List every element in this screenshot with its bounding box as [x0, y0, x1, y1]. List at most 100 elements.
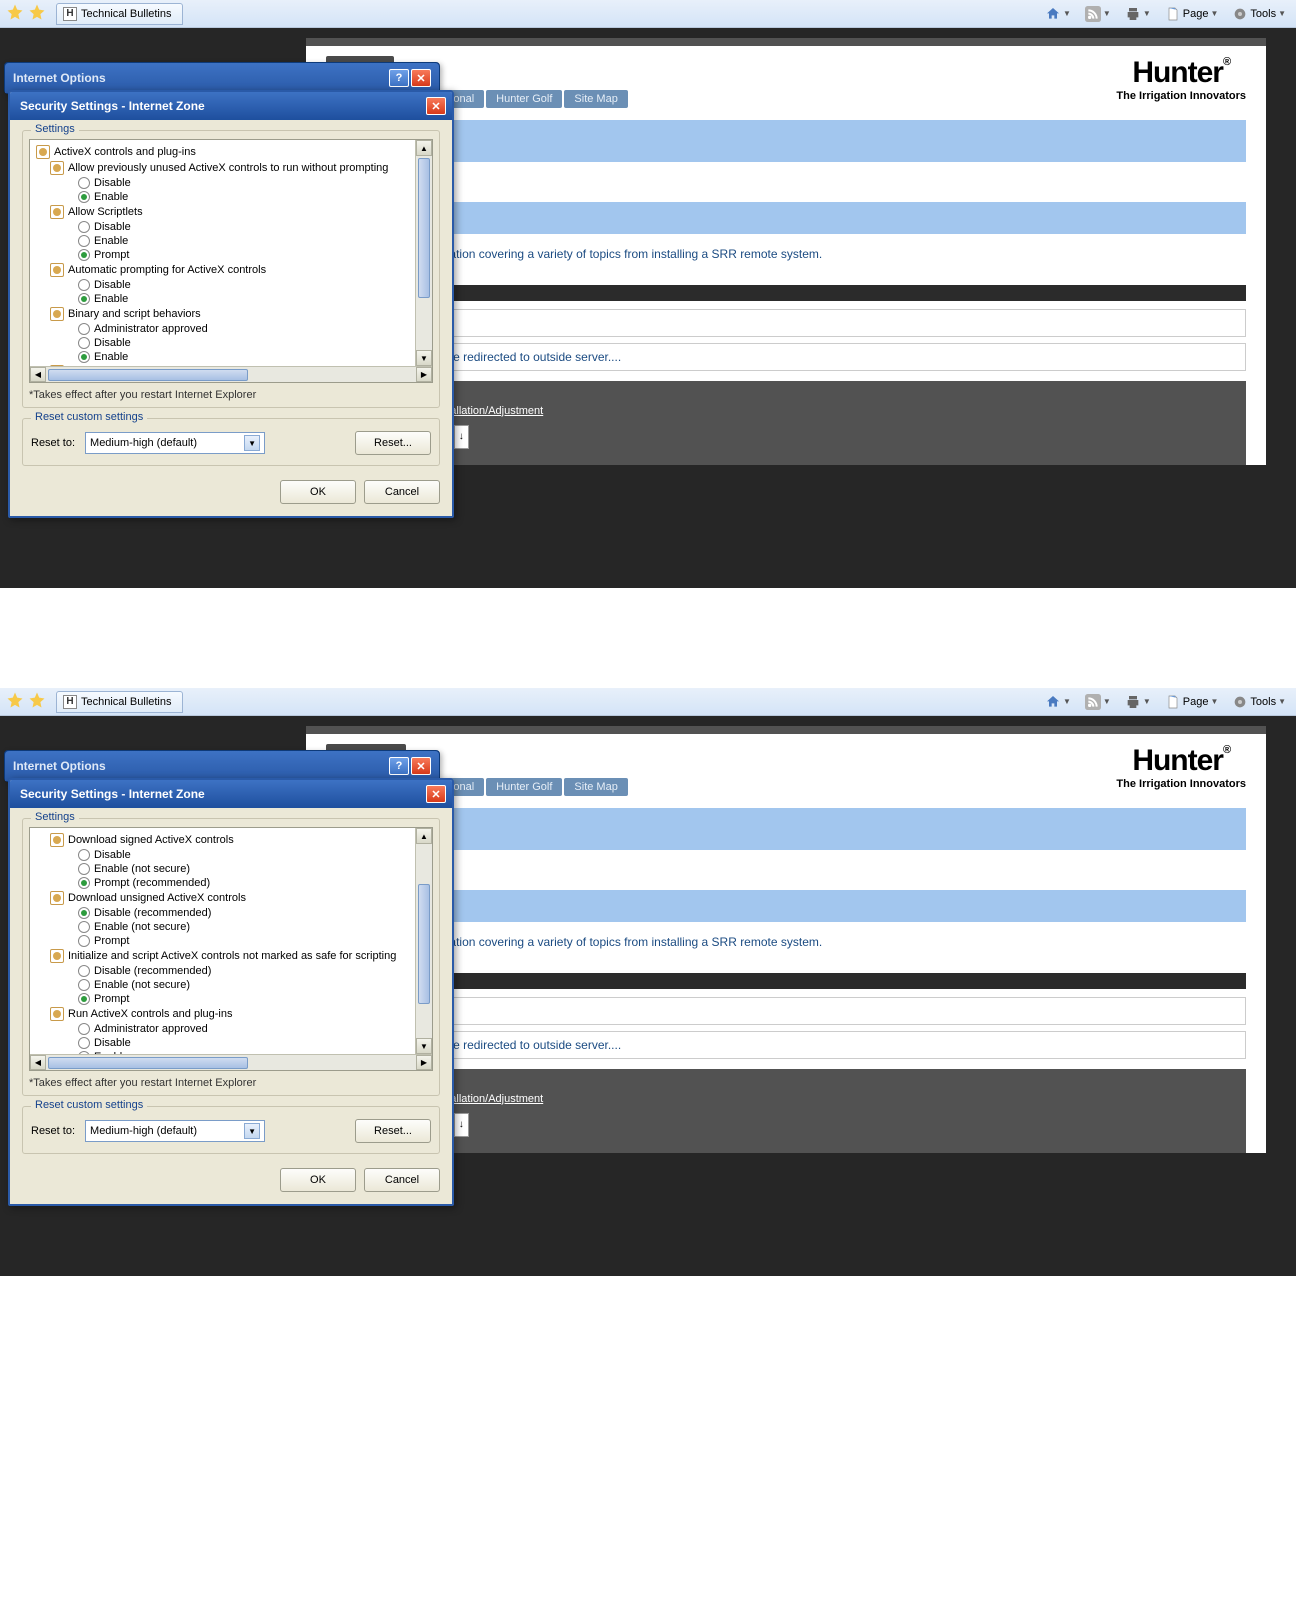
page-menu-button[interactable]: Page▼ [1161, 4, 1223, 24]
vertical-scrollbar[interactable]: ▲ ▼ [415, 140, 432, 366]
hscroll-thumb[interactable] [48, 1057, 248, 1069]
vertical-scrollbar[interactable]: ▲ ▼ [415, 828, 432, 1054]
help-button[interactable]: ? [389, 69, 409, 87]
tab-title: Technical Bulletins [81, 696, 172, 708]
content-area: For Hunter® The Irrigation Innovators Di… [0, 28, 1296, 588]
radio-icon [78, 935, 90, 947]
security-option-radio[interactable]: Enable [50, 350, 412, 364]
security-option-radio[interactable]: Disable [50, 848, 412, 862]
favorites-star-icon[interactable] [6, 3, 24, 24]
tree-subgroup: Run ActiveX controls and plug-ins [50, 1006, 412, 1022]
print-button[interactable]: ▼ [1121, 692, 1155, 712]
favorites-star-icon[interactable] [6, 691, 24, 712]
security-option-radio[interactable]: Enable [50, 190, 412, 204]
feeds-button[interactable]: ▼ [1081, 692, 1115, 712]
security-option-radio[interactable]: Disable [50, 220, 412, 234]
reset-level-select[interactable]: Medium-high (default) ▼ [85, 1120, 265, 1142]
dialog-title-text: Security Settings - Internet Zone [20, 99, 205, 113]
restart-note: *Takes effect after you restart Internet… [29, 1077, 433, 1089]
dialog-titlebar[interactable]: Security Settings - Internet Zone ✕ [10, 92, 452, 120]
reset-fieldset: Reset custom settings Reset to: Medium-h… [22, 1106, 440, 1154]
horizontal-scrollbar[interactable]: ◀ ▶ [30, 1054, 432, 1070]
security-option-radio[interactable]: Enable (not secure) [50, 920, 412, 934]
security-option-radio[interactable]: Enable (not secure) [50, 862, 412, 876]
radio-icon [78, 221, 90, 233]
security-option-radio[interactable]: Prompt (recommended) [50, 876, 412, 890]
close-button[interactable]: ✕ [426, 97, 446, 115]
nav-item[interactable]: Site Map [564, 90, 627, 108]
print-button[interactable]: ▼ [1121, 4, 1155, 24]
browser-tab[interactable]: H Technical Bulletins [56, 3, 183, 25]
settings-tree[interactable]: ActiveX controls and plug-insAllow previ… [29, 139, 433, 383]
close-button[interactable]: ✕ [411, 757, 431, 775]
close-button[interactable]: ✕ [411, 69, 431, 87]
settings-tree[interactable]: Download signed ActiveX controlsDisableE… [29, 827, 433, 1071]
browser-tab[interactable]: H Technical Bulletins [56, 691, 183, 713]
feeds-button[interactable]: ▼ [1081, 4, 1115, 24]
security-option-radio[interactable]: Administrator approved [50, 322, 412, 336]
scroll-left-button[interactable]: ◀ [30, 367, 46, 382]
radio-icon [78, 191, 90, 203]
home-button[interactable]: ▼ [1041, 692, 1075, 712]
add-favorite-star-icon[interactable] [28, 691, 46, 712]
reset-to-label: Reset to: [31, 437, 75, 449]
reset-level-select[interactable]: Medium-high (default) ▼ [85, 432, 265, 454]
scroll-right-button[interactable]: ▶ [416, 367, 432, 382]
security-option-radio[interactable]: Disable [50, 336, 412, 350]
security-option-radio[interactable]: Prompt [50, 992, 412, 1006]
tree-subgroup: Allow previously unused ActiveX controls… [50, 160, 412, 176]
radio-icon [78, 1023, 90, 1035]
nav-item[interactable]: Hunter Golf [486, 778, 562, 796]
reset-fieldset: Reset custom settings Reset to: Medium-h… [22, 418, 440, 466]
tree-subgroup: Allow Scriptlets [50, 204, 412, 220]
security-option-radio[interactable]: Enable [50, 292, 412, 306]
hscroll-thumb[interactable] [48, 369, 248, 381]
scroll-up-button[interactable]: ▲ [416, 828, 432, 844]
add-favorite-star-icon[interactable] [28, 3, 46, 24]
reset-to-label: Reset to: [31, 1125, 75, 1137]
security-option-radio[interactable]: Disable [50, 278, 412, 292]
scroll-down-button[interactable]: ▼ [416, 350, 432, 366]
reset-button[interactable]: Reset... [355, 431, 431, 455]
security-option-radio[interactable]: Prompt [50, 248, 412, 262]
radio-icon [78, 249, 90, 261]
fieldset-legend: Settings [31, 123, 79, 135]
dialog-titlebar[interactable]: Internet Options ? ✕ [5, 751, 439, 781]
security-option-radio[interactable]: Enable (not secure) [50, 978, 412, 992]
close-button[interactable]: ✕ [426, 785, 446, 803]
reset-button[interactable]: Reset... [355, 1119, 431, 1143]
tools-menu-button[interactable]: Tools▼ [1228, 4, 1290, 24]
scroll-thumb[interactable] [418, 884, 430, 1004]
scroll-left-button[interactable]: ◀ [30, 1055, 46, 1070]
scroll-right-button[interactable]: ▶ [416, 1055, 432, 1070]
security-option-radio[interactable]: Prompt [50, 934, 412, 948]
scroll-thumb[interactable] [418, 158, 430, 298]
page-menu-button[interactable]: Page▼ [1161, 692, 1223, 712]
browser-toolbar: H Technical Bulletins ▼ ▼ ▼ Page▼ Tools▼ [0, 688, 1296, 716]
home-button[interactable]: ▼ [1041, 4, 1075, 24]
security-option-radio[interactable]: Disable [50, 176, 412, 190]
radio-icon [78, 849, 90, 861]
scroll-down-button[interactable]: ▼ [416, 1038, 432, 1054]
dialog-titlebar[interactable]: Internet Options ? ✕ [5, 63, 439, 93]
nav-item[interactable]: Site Map [564, 778, 627, 796]
radio-icon [78, 323, 90, 335]
settings-fieldset: Settings Download signed ActiveX control… [22, 818, 440, 1096]
ok-button[interactable]: OK [280, 1168, 356, 1192]
nav-item[interactable]: Hunter Golf [486, 90, 562, 108]
cancel-button[interactable]: Cancel [364, 1168, 440, 1192]
security-option-radio[interactable]: Disable (recommended) [50, 906, 412, 920]
security-option-radio[interactable]: Enable [50, 234, 412, 248]
security-option-radio[interactable]: Disable [50, 1036, 412, 1050]
tools-menu-button[interactable]: Tools▼ [1228, 692, 1290, 712]
gear-icon [50, 1007, 64, 1021]
ok-button[interactable]: OK [280, 480, 356, 504]
security-option-radio[interactable]: Disable (recommended) [50, 964, 412, 978]
scroll-up-button[interactable]: ▲ [416, 140, 432, 156]
security-option-radio[interactable]: Administrator approved [50, 1022, 412, 1036]
cancel-button[interactable]: Cancel [364, 480, 440, 504]
horizontal-scrollbar[interactable]: ◀ ▶ [30, 366, 432, 382]
help-button[interactable]: ? [389, 757, 409, 775]
dialog-titlebar[interactable]: Security Settings - Internet Zone ✕ [10, 780, 452, 808]
dialog-title-text: Security Settings - Internet Zone [20, 787, 205, 801]
